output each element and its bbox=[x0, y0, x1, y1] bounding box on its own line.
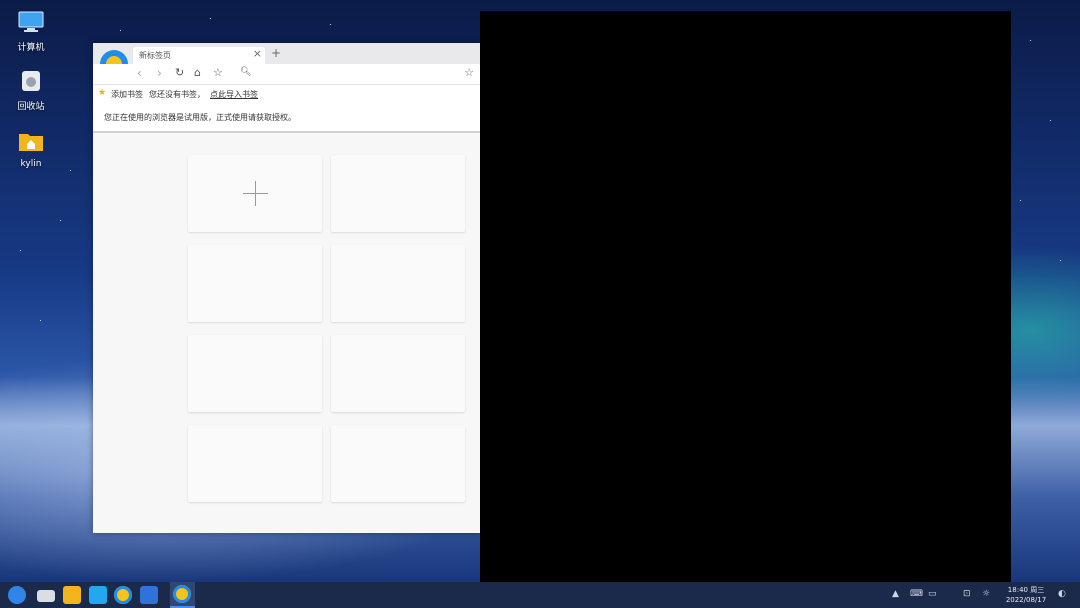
home-folder-icon bbox=[19, 134, 43, 151]
shortcut-tile[interactable] bbox=[188, 335, 322, 412]
browser-window: 新标签页 × + ‹ › ↻ ⌂ ☆ 🔍︎ ☆ ★ 添加书签 您还没有书签， 点… bbox=[93, 43, 480, 533]
software-store-icon[interactable] bbox=[89, 586, 107, 604]
shortcut-tile[interactable] bbox=[188, 425, 322, 502]
shortcut-tile[interactable] bbox=[331, 335, 465, 412]
blank-app-window[interactable] bbox=[480, 11, 1011, 582]
desktop-icon-label: 计算机 bbox=[17, 43, 45, 53]
taskbar: ▲ ⌨ ▭ ⊡ ☼ 18:40 周三 2022/08/17 ◐ bbox=[0, 582, 1080, 608]
search-icon: 🔍︎ bbox=[240, 67, 252, 77]
trial-notice: 您正在使用的浏览器是试用版，正式使用请获取授权。 bbox=[93, 103, 480, 133]
notification-icon[interactable]: ▭ bbox=[928, 589, 937, 599]
keyboard-icon[interactable]: ⌨ bbox=[910, 589, 923, 599]
shortcut-tile[interactable] bbox=[331, 155, 465, 232]
forward-icon[interactable]: › bbox=[157, 66, 162, 80]
tab-title: 新标签页 bbox=[139, 51, 171, 60]
plus-icon bbox=[255, 181, 256, 206]
desktop-icon-trash[interactable]: 回收站 bbox=[1, 70, 61, 112]
desktop-icon-label: kylin bbox=[20, 159, 42, 169]
add-bookmark-button[interactable]: 添加书签 bbox=[111, 89, 143, 100]
bookmark-star-icon: ★ bbox=[98, 88, 107, 98]
network-icon[interactable]: ⊡ bbox=[963, 589, 971, 599]
browser-icon[interactable] bbox=[114, 586, 132, 604]
trial-notice-text: 您正在使用的浏览器是试用版，正式使用请获取授权。 bbox=[104, 113, 296, 122]
reload-icon[interactable]: ↻ bbox=[175, 66, 184, 79]
desktop-icon-label: 回收站 bbox=[17, 102, 45, 112]
favorite-star-icon[interactable]: ☆ bbox=[464, 66, 474, 79]
clock[interactable]: 18:40 周三 2022/08/17 bbox=[1004, 585, 1048, 605]
file-manager-icon[interactable] bbox=[63, 586, 81, 604]
no-bookmarks-text: 您还没有书签， bbox=[149, 90, 205, 99]
computer-icon bbox=[18, 11, 44, 32]
bookmark-bar: ★ 添加书签 您还没有书签， 点此导入书签 bbox=[93, 84, 480, 104]
multitask-icon[interactable] bbox=[37, 590, 55, 602]
close-icon[interactable]: × bbox=[253, 47, 262, 60]
tab-new-tab[interactable]: 新标签页 × bbox=[133, 47, 265, 64]
browser-toolbar: ‹ › ↻ ⌂ ☆ 🔍︎ ☆ bbox=[93, 64, 480, 84]
desktop-icon-kylin[interactable]: kylin bbox=[1, 130, 61, 169]
wps-writer-icon[interactable] bbox=[140, 586, 158, 604]
brightness-icon[interactable]: ☼ bbox=[982, 589, 990, 599]
new-tab-button[interactable]: + bbox=[271, 46, 281, 60]
tray-expand-icon[interactable]: ▲ bbox=[892, 589, 899, 599]
home-icon[interactable]: ⌂ bbox=[194, 66, 201, 79]
taskbar-active-browser[interactable] bbox=[170, 582, 195, 608]
shortcut-tile[interactable] bbox=[188, 245, 322, 322]
night-mode-icon[interactable]: ◐ bbox=[1058, 589, 1066, 599]
import-bookmarks-link[interactable]: 点此导入书签 bbox=[210, 89, 258, 100]
shortcut-tile[interactable] bbox=[331, 425, 465, 502]
back-icon[interactable]: ‹ bbox=[137, 66, 142, 80]
add-shortcut-tile[interactable] bbox=[188, 155, 322, 232]
bookmark-star-icon[interactable]: ☆ bbox=[213, 66, 223, 79]
desktop-icon-computer[interactable]: 计算机 bbox=[1, 11, 61, 53]
start-menu-icon[interactable] bbox=[8, 586, 26, 604]
clock-time: 18:40 周三 bbox=[1007, 586, 1045, 594]
shortcut-tile[interactable] bbox=[331, 245, 465, 322]
clock-date: 2022/08/17 bbox=[1005, 596, 1047, 604]
trash-icon bbox=[22, 71, 40, 91]
browser-icon bbox=[173, 585, 191, 603]
